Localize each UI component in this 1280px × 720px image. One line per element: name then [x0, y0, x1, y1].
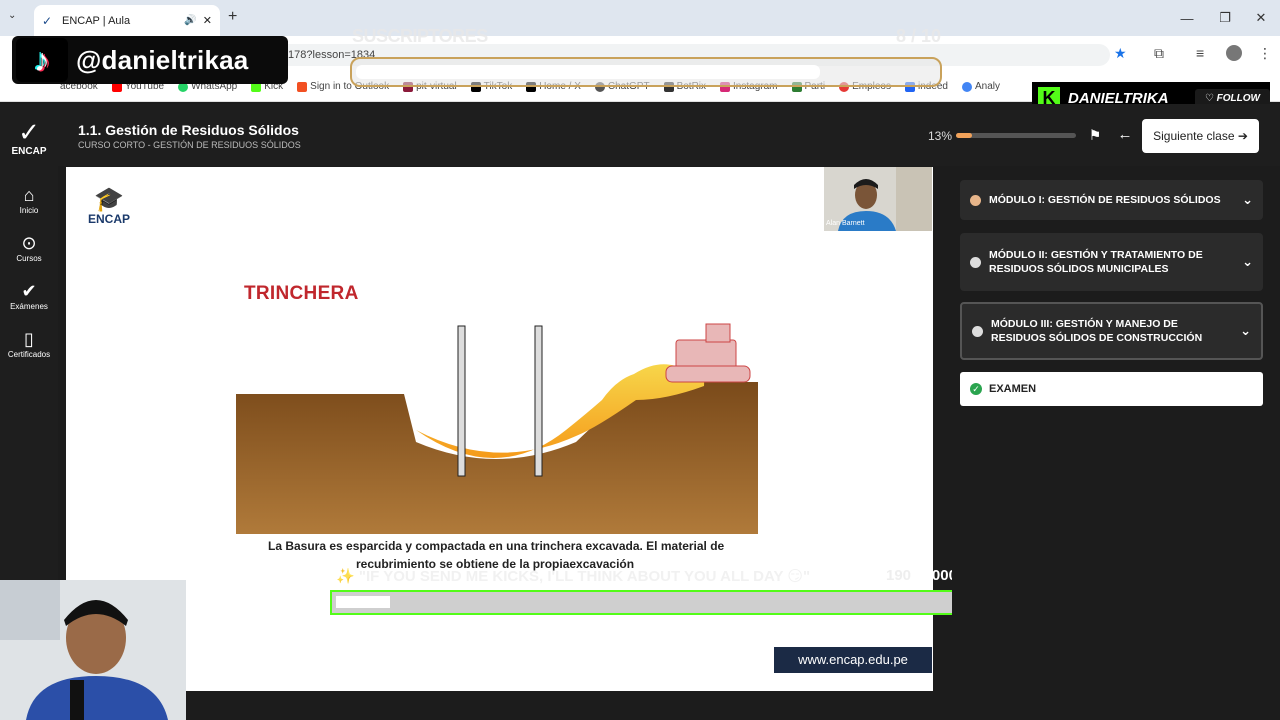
close-window-button[interactable]: ✕: [1242, 0, 1280, 36]
encap-logo-icon: ✓: [18, 117, 40, 147]
module-complete-icon: [970, 194, 981, 206]
streamer-webcam: [0, 580, 186, 720]
trench-illustration: [236, 323, 758, 534]
media-icon[interactable]: ≡: [1196, 45, 1204, 61]
home-icon: ⌂: [23, 185, 35, 205]
extensions-icon[interactable]: ⧉: [1154, 45, 1164, 62]
encap-favicon-icon: ✓: [42, 13, 53, 28]
check-circle-icon: ✓: [970, 383, 982, 395]
presenter-name: Alan Barnett: [826, 220, 865, 227]
chevron-down-icon: ⌄: [1242, 192, 1253, 207]
subscribers-goal-fill: [356, 65, 820, 79]
sparkle-icon: ✨: [336, 568, 355, 585]
new-tab-button[interactable]: +: [228, 8, 237, 26]
more-menu-icon[interactable]: ⋮: [1258, 45, 1272, 62]
play-icon: ⊙: [21, 233, 37, 253]
subscribers-goal-count: 8 / 10: [896, 26, 942, 46]
tiktok-logo-icon: ♪: [16, 38, 68, 82]
chevron-down-icon: ⌄: [1242, 254, 1253, 269]
progress-track: [956, 133, 1076, 138]
bookmark-icon: ▯: [24, 329, 34, 349]
bookmark-analytics[interactable]: Analy: [962, 81, 1000, 92]
browser-tab[interactable]: ✓ ENCAP | Aula 🔊 ✕: [34, 5, 220, 36]
slide-encap-logo: 🎓 ENCAP: [87, 186, 130, 227]
nav-item-cursos[interactable]: ⊙ Cursos: [0, 232, 58, 263]
check-icon: ✔: [21, 281, 37, 301]
website-badge: www.encap.edu.pe: [774, 647, 932, 673]
chevron-down-icon: ⌄: [1240, 323, 1251, 338]
module-pending-icon: [970, 256, 981, 268]
streamer-silhouette: [0, 580, 186, 720]
encap-logo[interactable]: ✓ ENCAP: [8, 118, 50, 157]
module-2-accordion[interactable]: MÓDULO II: GESTIÓN Y TRATAMIENTO DE RESI…: [960, 233, 1263, 291]
bookmark-star-icon[interactable]: ★: [1114, 45, 1127, 62]
restore-button[interactable]: ❐: [1206, 0, 1244, 36]
nav-item-inicio[interactable]: ⌂ Inicio: [0, 184, 58, 215]
module-3-accordion[interactable]: MÓDULO III: GESTIÓN Y MANEJO DE RESIDUOS…: [960, 302, 1263, 360]
lesson-title: 1.1. Gestión de Residuos Sólidos: [78, 122, 299, 138]
profile-avatar[interactable]: [1226, 45, 1242, 61]
kicks-goal-fill: [336, 596, 390, 608]
course-subtitle: CURSO CORTO - GESTIÓN DE RESIDUOS SÓLIDO…: [78, 140, 301, 150]
report-flag-button[interactable]: ⚑: [1084, 124, 1106, 146]
nav-item-examenes[interactable]: ✔ Exámenes: [0, 280, 58, 311]
previous-lesson-button[interactable]: ←: [1114, 124, 1136, 146]
module-1-accordion[interactable]: MÓDULO I: GESTIÓN DE RESIDUOS SÓLIDOS ⌄: [960, 180, 1263, 220]
audio-icon[interactable]: 🔊: [184, 15, 196, 26]
kicks-goal-count: 190 / 2000: [886, 567, 957, 584]
minimize-button[interactable]: —: [1168, 0, 1206, 36]
subscribers-goal-label: SUSCRIPTORES: [352, 26, 488, 46]
progress-fill: [956, 133, 972, 138]
slide-caption-line-1: La Basura es esparcida y compactada en u…: [268, 539, 725, 553]
tab-title: ENCAP | Aula: [62, 14, 131, 27]
tiktok-overlay: ♪ @danieltrikaa: [12, 36, 288, 84]
kicks-goal-bar: [330, 590, 974, 615]
exam-item[interactable]: ✓ EXAMEN: [960, 372, 1263, 406]
progress-percentage: 13%: [928, 129, 953, 143]
tab-list-chevron-icon[interactable]: ⌄: [8, 10, 16, 21]
kicks-goal-message: ✨ "IF YOU SEND ME KICKS, I'LL THINK ABOU…: [336, 568, 811, 585]
tiktok-handle: @danieltrikaa: [76, 44, 249, 75]
graduation-cap-icon: 🎓: [94, 186, 124, 213]
browser-tab-bar: ⌄ ✓ ENCAP | Aula 🔊 ✕ + — ❐ ✕: [0, 0, 1280, 36]
next-lesson-button[interactable]: Siguiente clase ➔: [1142, 119, 1259, 153]
slide-heading: TRINCHERA: [244, 283, 359, 304]
nav-item-certificados[interactable]: ▯ Certificados: [0, 328, 58, 359]
module-pending-icon: [972, 325, 983, 337]
tab-close-icon[interactable]: ✕: [203, 14, 212, 27]
